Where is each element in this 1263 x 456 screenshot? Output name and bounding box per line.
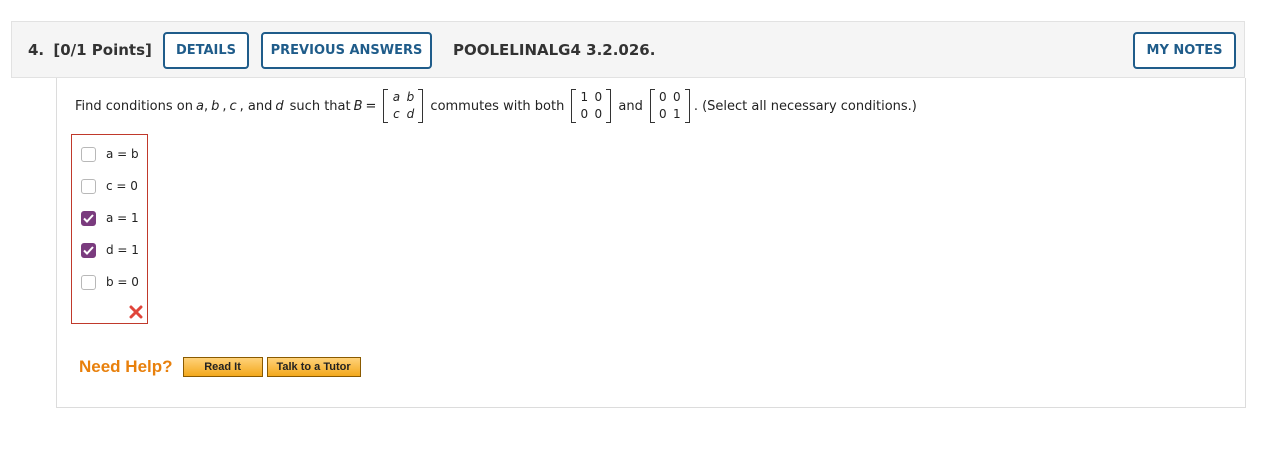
- var-b: b: [211, 98, 220, 114]
- choice-a-equals-b[interactable]: a = b: [81, 145, 139, 163]
- choice-c-equals-0[interactable]: c = 0: [81, 177, 138, 195]
- question-number: 4. [0/1 Points]: [28, 41, 152, 59]
- and-text: and: [618, 98, 643, 114]
- var-c: c: [229, 98, 237, 114]
- checkmark-icon: [83, 213, 94, 223]
- need-help-section: Need Help? Read It Talk to a Tutor: [79, 356, 365, 378]
- matrix-cell: 1: [580, 90, 589, 104]
- points-text: [0/1 Points]: [53, 41, 152, 59]
- comma: ,: [203, 98, 209, 114]
- my-notes-button[interactable]: MY NOTES: [1133, 32, 1236, 69]
- and-text: , and: [239, 98, 273, 114]
- choice-label: c = 0: [106, 179, 138, 193]
- question-header: 4. [0/1 Points] DETAILS PREVIOUS ANSWERS…: [11, 21, 1245, 78]
- question-text-part: such that: [289, 98, 351, 114]
- matrix-cell: b: [406, 90, 415, 104]
- need-help-label: Need Help?: [79, 357, 173, 376]
- matrix-cell: 0: [594, 90, 603, 104]
- matrix-cell: 0: [659, 107, 667, 121]
- read-it-button[interactable]: Read It: [181, 356, 264, 378]
- previous-answers-button[interactable]: PREVIOUS ANSWERS: [261, 32, 432, 69]
- question-text: Find conditions on a, b, c, and d such t…: [72, 88, 917, 124]
- checkbox-checked[interactable]: [81, 242, 96, 258]
- choice-label: a = b: [106, 147, 139, 161]
- matrix-cell: 0: [580, 107, 589, 121]
- matrix-cell: 0: [659, 90, 667, 104]
- matrix-B: ab cd: [383, 89, 424, 123]
- choice-label: b = 0: [106, 275, 139, 289]
- var-B: B: [353, 98, 363, 114]
- matrix-cell: d: [406, 107, 415, 121]
- answer-choices: a = b c = 0 a = 1 d = 1 b = 0: [71, 134, 148, 324]
- comma: ,: [222, 98, 227, 114]
- matrix-2: 00 01: [649, 89, 690, 123]
- checkbox[interactable]: [81, 178, 96, 194]
- var-a: a: [195, 98, 204, 114]
- matrix-cell: a: [392, 90, 401, 104]
- checkbox[interactable]: [81, 146, 96, 162]
- question-text-part: . (Select all necessary conditions.): [693, 98, 917, 114]
- checkmark-icon: [83, 245, 94, 255]
- equals-sign: =: [365, 98, 377, 114]
- choice-label: a = 1: [106, 211, 139, 225]
- matrix-cell: c: [393, 107, 400, 121]
- checkbox-checked[interactable]: [81, 210, 96, 226]
- checkbox[interactable]: [81, 274, 96, 290]
- choice-b-equals-0[interactable]: b = 0: [81, 273, 139, 291]
- matrix-1: 10 00: [571, 89, 612, 123]
- question-number-text: 4.: [28, 41, 45, 59]
- talk-to-tutor-button[interactable]: Talk to a Tutor: [265, 356, 362, 378]
- matrix-cell: 1: [673, 107, 681, 121]
- matrix-cell: 0: [594, 107, 603, 121]
- question-card: Find conditions on a, b, c, and d such t…: [56, 78, 1246, 408]
- details-button[interactable]: DETAILS: [163, 32, 249, 69]
- incorrect-x-icon: [129, 305, 143, 319]
- choice-d-equals-1[interactable]: d = 1: [81, 241, 139, 259]
- question-text-part: commutes with both: [430, 98, 565, 114]
- matrix-cell: 0: [673, 90, 681, 104]
- question-text-part: Find conditions on: [75, 98, 193, 114]
- choice-a-equals-1[interactable]: a = 1: [81, 209, 139, 227]
- choice-label: d = 1: [106, 243, 139, 257]
- var-d: d: [275, 98, 284, 114]
- question-code: POOLELINALG4 3.2.026.: [453, 41, 656, 59]
